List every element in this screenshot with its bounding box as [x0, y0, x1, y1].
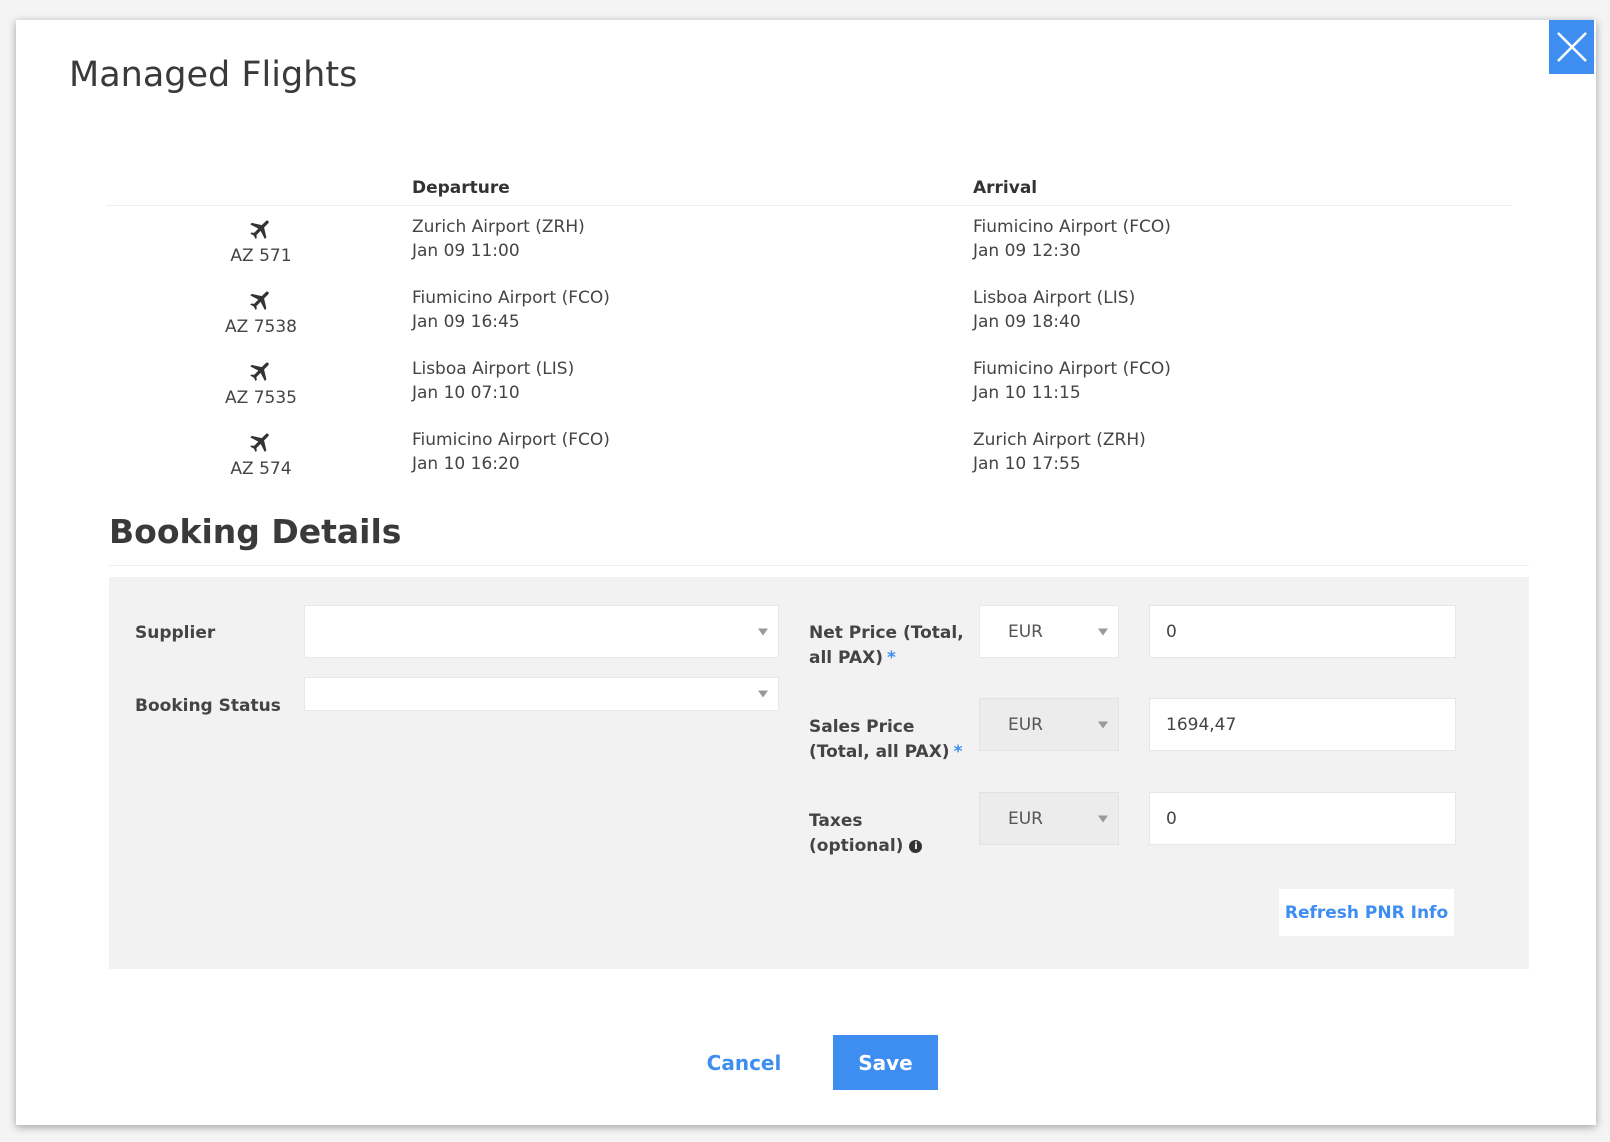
arrival-time: Jan 09 18:40	[973, 312, 1081, 332]
arrival-info: Lisboa Airport (LIS) Jan 09 18:40	[973, 286, 1135, 334]
taxes-label-line1: Taxes	[809, 811, 863, 831]
taxes-currency: EUR	[1008, 808, 1043, 829]
sales-price-currency: EUR	[1008, 714, 1043, 735]
booking-details-title: Booking Details	[109, 512, 402, 551]
booking-details-panel: Supplier Booking Status Net Price (Total…	[109, 577, 1529, 969]
departure-airport: Lisboa Airport (LIS)	[412, 359, 575, 379]
flight-id: AZ 7535	[201, 358, 321, 408]
supplier-label: Supplier	[135, 623, 216, 643]
arrival-info: Fiumicino Airport (FCO) Jan 09 12:30	[973, 215, 1171, 263]
net-price-label: Net Price (Total, all PAX) *	[809, 621, 964, 671]
sales-price-label-line1: Sales Price	[809, 717, 915, 737]
arrival-time: Jan 10 11:15	[973, 383, 1081, 403]
departure-column-header: Departure	[412, 178, 510, 198]
flight-code: AZ 7535	[225, 388, 297, 408]
departure-airport: Fiumicino Airport (FCO)	[412, 288, 610, 308]
arrival-time: Jan 09 12:30	[973, 241, 1081, 261]
chevron-down-icon	[758, 628, 768, 635]
plane-icon	[250, 362, 269, 381]
taxes-label-line2: (optional) i	[809, 834, 923, 859]
flight-code: AZ 571	[230, 246, 292, 266]
refresh-pnr-info-button[interactable]: Refresh PNR Info	[1279, 889, 1454, 936]
flights-table-header: Departure Arrival	[106, 152, 1511, 206]
departure-time: Jan 10 16:20	[412, 454, 520, 474]
net-price-label-text: all PAX)	[809, 648, 883, 668]
chevron-down-icon	[1098, 815, 1108, 822]
flight-id: AZ 7538	[201, 287, 321, 337]
taxes-label: Taxes (optional) i	[809, 809, 923, 859]
departure-time: Jan 09 11:00	[412, 241, 520, 261]
net-price-currency-select[interactable]: EUR	[979, 605, 1119, 658]
flight-code: AZ 574	[230, 459, 292, 479]
arrival-airport: Lisboa Airport (LIS)	[973, 288, 1136, 308]
arrival-time: Jan 10 17:55	[973, 454, 1081, 474]
arrival-info: Zurich Airport (ZRH) Jan 10 17:55	[973, 428, 1146, 476]
cancel-button[interactable]: Cancel	[701, 1043, 787, 1083]
departure-airport: Zurich Airport (ZRH)	[412, 217, 585, 237]
taxes-currency-select[interactable]: EUR	[979, 792, 1119, 845]
taxes-input[interactable]: 0	[1149, 792, 1456, 845]
flight-code: AZ 7538	[225, 317, 297, 337]
booking-status-select[interactable]	[304, 677, 779, 711]
managed-flights-modal: Managed Flights Departure Arrival AZ 571…	[16, 20, 1596, 1125]
departure-info: Zurich Airport (ZRH) Jan 09 11:00	[412, 215, 585, 263]
flight-row: AZ 571 Zurich Airport (ZRH) Jan 09 11:00…	[106, 206, 1511, 277]
net-price-label-line2: all PAX) *	[809, 646, 964, 671]
info-icon[interactable]: i	[909, 839, 923, 853]
net-price-currency: EUR	[1008, 621, 1043, 642]
departure-info: Lisboa Airport (LIS) Jan 10 07:10	[412, 357, 574, 405]
close-button[interactable]	[1549, 20, 1594, 74]
close-icon	[1556, 32, 1587, 62]
arrival-airport: Zurich Airport (ZRH)	[973, 430, 1146, 450]
arrival-column-header: Arrival	[973, 178, 1038, 198]
arrival-airport: Fiumicino Airport (FCO)	[973, 217, 1171, 237]
modal-title: Managed Flights	[69, 55, 358, 95]
chevron-down-icon	[1098, 628, 1108, 635]
required-marker: *	[953, 742, 963, 762]
booking-status-label: Booking Status	[135, 696, 281, 716]
flight-id: AZ 571	[201, 216, 321, 266]
required-marker: *	[886, 648, 896, 668]
departure-info: Fiumicino Airport (FCO) Jan 09 16:45	[412, 286, 610, 334]
departure-airport: Fiumicino Airport (FCO)	[412, 430, 610, 450]
plane-icon	[250, 220, 269, 239]
sales-price-currency-select[interactable]: EUR	[979, 698, 1119, 751]
section-divider	[109, 565, 1529, 566]
arrival-info: Fiumicino Airport (FCO) Jan 10 11:15	[973, 357, 1171, 405]
flight-row: AZ 7535 Lisboa Airport (LIS) Jan 10 07:1…	[106, 348, 1511, 419]
net-price-label-line1: Net Price (Total,	[809, 623, 964, 643]
flight-id: AZ 574	[201, 429, 321, 479]
sales-price-input[interactable]: 1694,47	[1149, 698, 1456, 751]
plane-icon	[250, 433, 269, 452]
departure-info: Fiumicino Airport (FCO) Jan 10 16:20	[412, 428, 610, 476]
flight-row: AZ 574 Fiumicino Airport (FCO) Jan 10 16…	[106, 419, 1511, 490]
save-button[interactable]: Save	[833, 1035, 938, 1090]
departure-time: Jan 10 07:10	[412, 383, 520, 403]
plane-icon	[250, 291, 269, 310]
sales-price-label: Sales Price (Total, all PAX) *	[809, 715, 962, 765]
net-price-input[interactable]: 0	[1149, 605, 1456, 658]
chevron-down-icon	[1098, 721, 1108, 728]
taxes-label-text: (optional)	[809, 836, 904, 856]
flight-row: AZ 7538 Fiumicino Airport (FCO) Jan 09 1…	[106, 277, 1511, 348]
flights-table: Departure Arrival AZ 571 Zurich Airport …	[106, 152, 1511, 490]
chevron-down-icon	[758, 690, 768, 698]
supplier-select[interactable]	[304, 605, 779, 658]
sales-price-label-line2: (Total, all PAX) *	[809, 740, 962, 765]
departure-time: Jan 09 16:45	[412, 312, 520, 332]
sales-price-label-text: (Total, all PAX)	[809, 742, 950, 762]
arrival-airport: Fiumicino Airport (FCO)	[973, 359, 1171, 379]
